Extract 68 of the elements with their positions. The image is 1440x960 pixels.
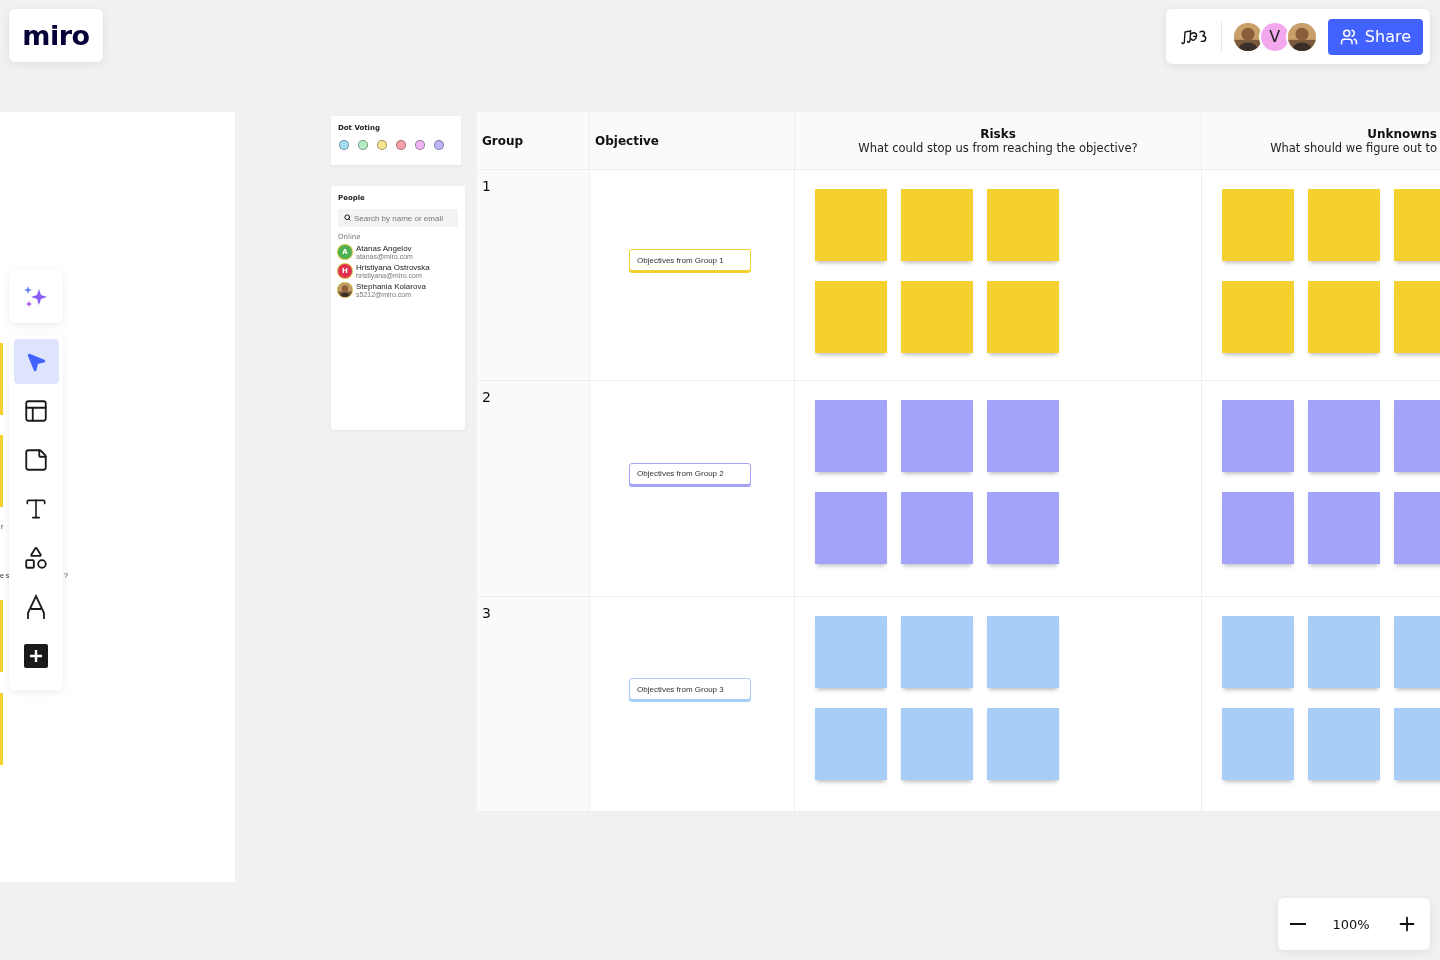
voting-dot[interactable]: [396, 140, 406, 150]
sticky-note: [0, 600, 3, 672]
sticky-note[interactable]: [1222, 281, 1294, 353]
sticky-note[interactable]: [815, 281, 887, 353]
member-name: Stephania Kolarova: [356, 282, 426, 291]
sticky-note[interactable]: [1308, 189, 1380, 261]
shapes-icon: [23, 544, 49, 571]
column-title: Risks: [980, 126, 1016, 141]
sticky-note: [0, 343, 3, 415]
search-field[interactable]: Search by name or email: [338, 209, 458, 227]
sticky-note[interactable]: [901, 281, 973, 353]
plus-square-icon: [24, 643, 48, 668]
objective-card[interactable]: Objectives from Group 3: [629, 678, 751, 700]
group-number: 2: [482, 389, 491, 405]
sticky-note[interactable]: [987, 708, 1059, 780]
sticky-note[interactable]: [1222, 400, 1294, 472]
sticky-note[interactable]: [1222, 616, 1294, 688]
group-number: 1: [482, 178, 491, 194]
column-subtitle: What could stop us from reaching the objective?: [858, 140, 1138, 155]
sticky-note[interactable]: [901, 492, 973, 564]
layout-icon: [23, 397, 49, 424]
sticky-note[interactable]: [1308, 492, 1380, 564]
sticky-note[interactable]: [987, 492, 1059, 564]
column-subtitle: What should we figure out to: [1270, 140, 1437, 155]
sticky-note[interactable]: [1308, 400, 1380, 472]
sticky-note[interactable]: [815, 400, 887, 472]
sticky-note[interactable]: [1308, 708, 1380, 780]
sticky-note[interactable]: [987, 400, 1059, 472]
sticky-note[interactable]: [815, 492, 887, 564]
sticky-note[interactable]: [901, 400, 973, 472]
voting-dot[interactable]: [377, 140, 387, 150]
voting-dot[interactable]: [358, 140, 368, 150]
sticky-note[interactable]: [815, 189, 887, 261]
sticky-note[interactable]: [815, 616, 887, 688]
sticky-note-icon: [23, 446, 49, 473]
sticky-note[interactable]: [1222, 189, 1294, 261]
sticky-note[interactable]: [901, 708, 973, 780]
search-icon: [344, 214, 351, 221]
voting-dot[interactable]: [415, 140, 425, 150]
group-number: 3: [482, 605, 491, 621]
sticky-note[interactable]: [1308, 281, 1380, 353]
objective-card[interactable]: Objectives from Group 1: [629, 249, 751, 271]
objective-card[interactable]: Objectives from Group 2: [629, 462, 751, 485]
column-title: Objective: [595, 133, 659, 148]
sticky-note: [0, 435, 3, 507]
member-name: Atanas Angelov: [356, 244, 413, 253]
sticky-note[interactable]: [901, 616, 973, 688]
avatar[interactable]: V: [1258, 20, 1291, 53]
voting-dot[interactable]: [339, 140, 349, 150]
sticky-note[interactable]: [987, 189, 1059, 261]
member-name: Hristiyana Ostrovska: [356, 263, 430, 272]
logo[interactable]: miro: [22, 20, 90, 51]
pen-icon: [26, 593, 46, 620]
sticky-note: [0, 693, 3, 765]
sticky-note[interactable]: [815, 708, 887, 780]
users-icon: [1339, 27, 1358, 46]
sticky-note[interactable]: [1222, 708, 1294, 780]
zoom-level[interactable]: 100%: [1332, 916, 1370, 932]
sticky-note[interactable]: [901, 189, 973, 261]
column-title: Unknowns: [1367, 126, 1437, 141]
share-button[interactable]: Share: [1327, 18, 1423, 55]
voting-dot[interactable]: [434, 140, 444, 150]
sticky-note[interactable]: [987, 616, 1059, 688]
sticky-note[interactable]: [1308, 616, 1380, 688]
minus-icon: [1290, 923, 1306, 925]
sticky-note[interactable]: [1222, 492, 1294, 564]
column-title: Group: [482, 133, 524, 148]
sticky-note[interactable]: [987, 281, 1059, 353]
